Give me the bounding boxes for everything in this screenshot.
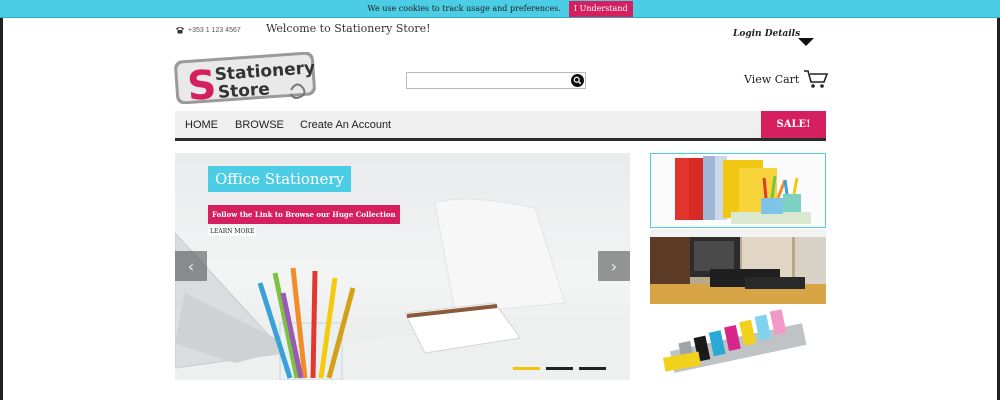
chevron-left-icon: ‹: [187, 256, 195, 276]
view-cart-link[interactable]: View Cart: [744, 69, 829, 89]
cookie-message: We use cookies to track usage and prefer…: [367, 4, 561, 13]
phone-contact: +353 1 123 4567: [175, 26, 241, 34]
cart-icon: [804, 70, 829, 88]
main-nav: HOME BROWSE Create An Account SALE!: [175, 111, 826, 141]
office-image: [650, 229, 826, 304]
cookie-accept-button[interactable]: I Understand: [568, 0, 633, 17]
svg-text:Store: Store: [217, 79, 270, 103]
window-frame-left: [0, 0, 3, 400]
cookie-banner: We use cookies to track usage and prefer…: [0, 0, 1000, 18]
learn-more-link[interactable]: LEARN MORE: [208, 227, 257, 236]
slide-dot-1[interactable]: [513, 367, 540, 370]
svg-text:S: S: [186, 62, 218, 104]
category-thumb-files[interactable]: [650, 153, 826, 228]
slider-pagination: [513, 367, 606, 370]
nav-browse[interactable]: BROWSE: [235, 119, 284, 131]
search-input[interactable]: [407, 78, 565, 93]
files-image: [651, 154, 825, 227]
phone-icon: [176, 27, 184, 34]
chevron-right-icon: ›: [610, 256, 618, 276]
slider-next-button[interactable]: ›: [598, 251, 630, 281]
view-cart-label: View Cart: [744, 72, 800, 86]
slide-dot-3[interactable]: [579, 367, 606, 370]
slide-dot-2[interactable]: [546, 367, 573, 370]
phone-number: +353 1 123 4567: [188, 26, 241, 34]
welcome-message: Welcome to Stationery Store!: [266, 22, 431, 35]
category-thumb-ink[interactable]: [650, 305, 826, 380]
search-box: [406, 72, 586, 93]
category-thumb-office[interactable]: [650, 229, 826, 304]
chevron-down-icon[interactable]: [798, 38, 814, 46]
stationery-store-logo[interactable]: S Stationery Store: [173, 51, 323, 110]
hero-title: Office Stationery: [208, 166, 352, 192]
ink-cartridges-image: [650, 305, 826, 380]
login-details-link[interactable]: Login Details: [733, 29, 800, 39]
hero-subtitle-link[interactable]: Follow the Link to Browse our Huge Colle…: [208, 205, 400, 224]
hero-slider: Office Stationery Follow the Link to Bro…: [175, 153, 630, 380]
search-button[interactable]: [571, 74, 584, 87]
sale-button[interactable]: SALE!: [761, 111, 826, 138]
slider-prev-button[interactable]: ‹: [175, 251, 207, 281]
search-icon: [573, 76, 582, 85]
nav-home[interactable]: HOME: [185, 119, 218, 131]
nav-create-account[interactable]: Create An Account: [300, 119, 391, 131]
